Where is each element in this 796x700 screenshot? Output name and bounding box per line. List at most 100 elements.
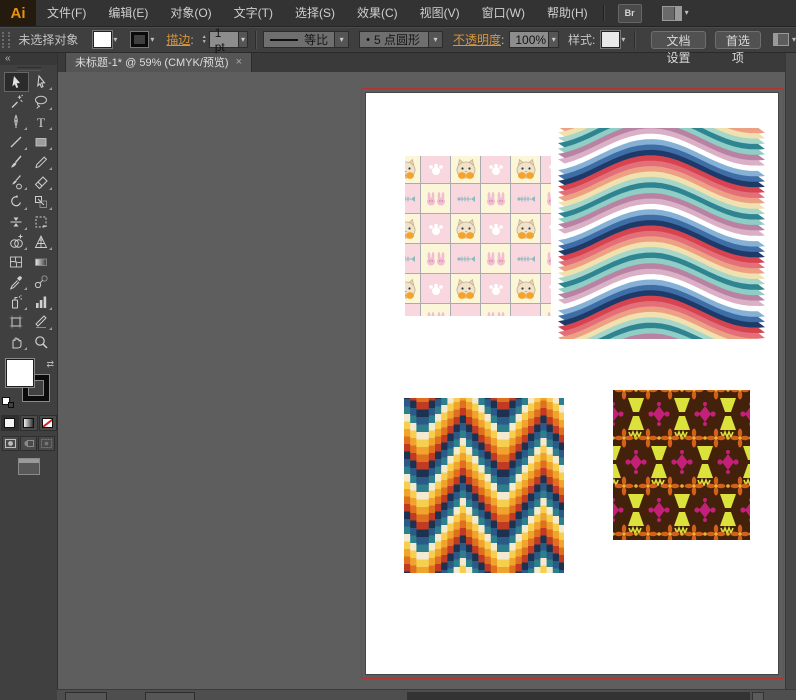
- zoom-level-box[interactable]: [65, 692, 107, 700]
- brush-definition-dropdown[interactable]: • 5 点圆形 ▾: [359, 31, 443, 48]
- pattern-swatch-chevron[interactable]: [404, 398, 564, 573]
- panel-icon: [773, 33, 789, 46]
- draw-behind-button[interactable]: [20, 436, 37, 451]
- blob-brush-tool[interactable]: [4, 172, 29, 192]
- tools-panel: « T ⇄: [0, 52, 58, 700]
- canvas-pasteboard[interactable]: [57, 72, 796, 690]
- pattern-swatch-kaleidoscope[interactable]: [613, 390, 750, 540]
- menu-item-6[interactable]: 效果(C): [346, 0, 409, 26]
- menu-item-2[interactable]: 编辑(E): [97, 0, 159, 26]
- opacity-field[interactable]: 100%: [509, 31, 549, 48]
- shape-builder-tool[interactable]: [4, 232, 29, 252]
- menu-item-7[interactable]: 视图(V): [409, 0, 471, 26]
- preferences-button[interactable]: 首选项: [715, 31, 761, 49]
- pattern-swatch-cats[interactable]: [405, 156, 551, 316]
- color-icon: [5, 419, 14, 427]
- gradient-tool[interactable]: [29, 252, 54, 272]
- line-segment-tool[interactable]: [4, 132, 29, 152]
- stroke-weight-dropdown[interactable]: ▾: [239, 31, 249, 48]
- menu-item-9[interactable]: 帮助(H): [536, 0, 599, 26]
- toolbar-collapse-button[interactable]: «: [0, 52, 57, 65]
- workspace-icon: [662, 6, 682, 21]
- artboard-tool[interactable]: [4, 312, 29, 332]
- status-bar: [57, 689, 796, 700]
- rectangle-tool[interactable]: [29, 132, 54, 152]
- draw-behind-icon: [23, 439, 34, 448]
- chevron-down-icon: ▾: [334, 32, 348, 47]
- zoom-tool[interactable]: [29, 332, 54, 352]
- stroke-swatch-dropdown[interactable]: ▾: [129, 31, 156, 48]
- illustrator-window: Ai 文件(F)编辑(E)对象(O)文字(T)选择(S)效果(C)视图(V)窗口…: [0, 0, 796, 700]
- stroke-panel-link[interactable]: 描边: [166, 31, 190, 48]
- stroke-color-swatch: [131, 32, 148, 47]
- blend-tool[interactable]: [29, 272, 54, 292]
- divider: [634, 31, 635, 49]
- control-bar: 未选择对象 ▾ ▾ 描边 : ▲ ▼ 1 pt ▾ 等比 ▾ • 5 点圆形 ▾…: [0, 27, 796, 53]
- eyedropper-tool[interactable]: [4, 272, 29, 292]
- color-button[interactable]: [1, 415, 19, 431]
- slice-tool[interactable]: [29, 312, 54, 332]
- toolbar-grip[interactable]: [0, 65, 57, 72]
- pattern-swatch-waves[interactable]: [558, 128, 765, 339]
- document-tab[interactable]: 未标题-1* @ 59% (CMYK/预览) ×: [65, 52, 252, 72]
- none-button[interactable]: [39, 415, 57, 431]
- scale-tool[interactable]: [29, 192, 54, 212]
- scrollbar-button[interactable]: [752, 692, 764, 700]
- lasso-tool[interactable]: [29, 92, 54, 112]
- menu-item-3[interactable]: 对象(O): [159, 0, 222, 26]
- opacity-dropdown[interactable]: ▾: [549, 31, 559, 48]
- workspace-switcher-button[interactable]: ▾: [658, 4, 693, 23]
- fill-color-swatch: [94, 32, 111, 47]
- screen-mode-button[interactable]: [18, 458, 40, 475]
- tab-close-icon[interactable]: ×: [236, 56, 242, 68]
- draw-inside-button[interactable]: [38, 436, 55, 451]
- control-bar-grip[interactable]: [2, 32, 10, 48]
- menu-item-5[interactable]: 选择(S): [284, 0, 346, 26]
- pencil-tool[interactable]: [29, 152, 54, 172]
- mesh-tool[interactable]: [4, 252, 29, 272]
- vertical-scrollbar[interactable]: [785, 52, 796, 690]
- column-graph-tool[interactable]: [29, 292, 54, 312]
- draw-normal-button[interactable]: [2, 436, 19, 451]
- menu-item-4[interactable]: 文字(T): [223, 0, 284, 26]
- style-swatch: [602, 32, 619, 47]
- menu-item-8[interactable]: 窗口(W): [471, 0, 536, 26]
- free-transform-tool[interactable]: [29, 212, 54, 232]
- stroke-weight-stepper[interactable]: ▲ ▼: [202, 35, 207, 44]
- style-label: 样式:: [568, 31, 595, 48]
- symbol-sprayer-tool[interactable]: [4, 292, 29, 312]
- document-setup-button[interactable]: 文档设置: [651, 31, 706, 49]
- gradient-icon: [24, 419, 33, 427]
- rotate-tool[interactable]: [4, 192, 29, 212]
- stepper-down-icon[interactable]: ▼: [202, 40, 207, 44]
- drawing-mode-row: [0, 436, 57, 451]
- selection-tool[interactable]: [4, 72, 29, 92]
- fill-color-indicator[interactable]: [7, 360, 33, 386]
- style-swatch-dropdown[interactable]: ▾: [600, 31, 627, 48]
- magic-wand-tool[interactable]: [4, 92, 29, 112]
- width-tool[interactable]: [4, 212, 29, 232]
- pen-tool[interactable]: [4, 112, 29, 132]
- fill-swatch-dropdown[interactable]: ▾: [92, 31, 119, 48]
- type-tool[interactable]: T: [29, 112, 54, 132]
- artboard-nav-box[interactable]: [145, 692, 195, 700]
- default-fill-stroke-icon[interactable]: [3, 398, 14, 408]
- direct-selection-tool[interactable]: [29, 72, 54, 92]
- width-profile-dropdown[interactable]: 等比 ▾: [263, 31, 349, 48]
- eraser-tool[interactable]: [29, 172, 54, 192]
- control-panel-menu-button[interactable]: ▾: [773, 33, 796, 46]
- perspective-grid-tool[interactable]: [29, 232, 54, 252]
- menu-item-1[interactable]: 文件(F): [36, 0, 97, 26]
- opacity-panel-link[interactable]: 不透明度: [453, 31, 501, 48]
- paintbrush-tool[interactable]: [4, 152, 29, 172]
- stroke-weight-field[interactable]: 1 pt: [209, 31, 239, 48]
- gradient-button[interactable]: [20, 415, 38, 431]
- menu-bar: Ai 文件(F)编辑(E)对象(O)文字(T)选择(S)效果(C)视图(V)窗口…: [0, 0, 796, 27]
- swap-fill-stroke-icon[interactable]: ⇄: [46, 359, 54, 370]
- horizontal-scrollbar[interactable]: [407, 692, 750, 700]
- bridge-button[interactable]: Br: [618, 4, 642, 23]
- hand-tool[interactable]: [4, 332, 29, 352]
- colon-text: :: [501, 33, 504, 47]
- chevron-down-icon: ▾: [621, 36, 625, 44]
- stroke-profile-icon: [270, 39, 298, 41]
